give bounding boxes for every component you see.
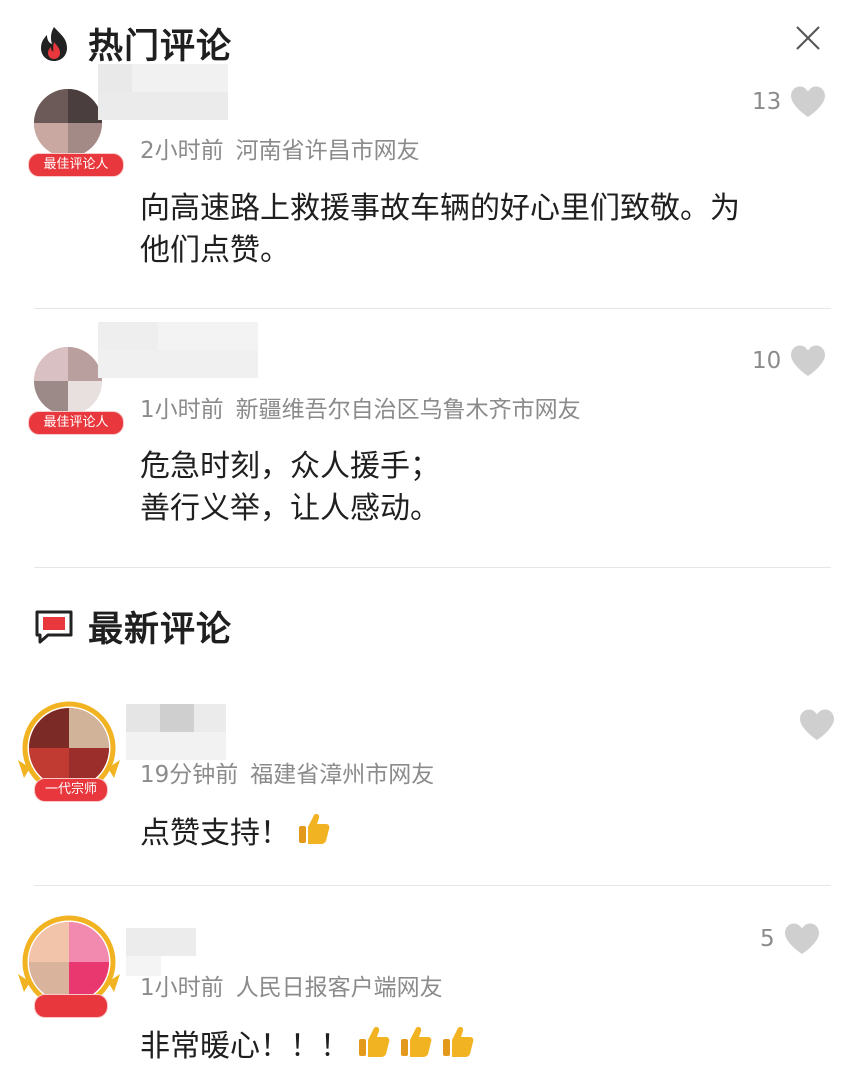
chat-bubble-icon [35, 610, 73, 643]
user-badge: 一代宗师 [34, 778, 108, 802]
heart-icon [800, 709, 834, 740]
new-comments-title: 最新评论 [88, 610, 233, 650]
comment-meta: 19分钟前 福建省漳州市网友 [140, 755, 434, 789]
thumbs-up-icon [401, 1027, 432, 1057]
divider [34, 567, 831, 568]
comment-location: 福建省漳州市网友 [250, 762, 435, 788]
username-blurred[interactable] [126, 704, 226, 760]
like-button[interactable]: 10 [752, 344, 827, 378]
like-count: 13 [752, 89, 782, 115]
heart-icon [784, 923, 819, 954]
new-comments-header: 最新评论 [34, 601, 232, 652]
comment-location: 河南省许昌市网友 [235, 138, 420, 164]
close-button[interactable] [792, 22, 824, 54]
comment-content: 危急时刻，众人援手； 善行义举，让人感动。 [140, 449, 440, 526]
thumbs-up-icon [359, 1027, 390, 1057]
comment-meta: 1小时前 人民日报客户端网友 [140, 968, 443, 1002]
avatar[interactable]: 一代宗师 [14, 698, 124, 808]
comment-meta: 1小时前 新疆维吾尔自治区乌鲁木齐市网友 [140, 390, 581, 424]
comment-time: 1小时前 [140, 397, 224, 423]
like-button[interactable]: 13 [752, 85, 827, 119]
hot-comments-header: 热门评论 [34, 18, 232, 69]
divider [34, 308, 831, 309]
user-badge [34, 994, 108, 1018]
username-blurred[interactable] [98, 322, 258, 378]
thumbs-up-icon [443, 1027, 474, 1057]
comment-time: 2小时前 [140, 138, 224, 164]
heart-icon [791, 86, 826, 117]
like-button[interactable]: 5 [760, 922, 821, 956]
thumbs-up-icon [299, 814, 330, 844]
hot-comments-title: 热门评论 [88, 27, 233, 67]
user-badge: 最佳评论人 [28, 411, 124, 435]
comment-time: 19分钟前 [140, 762, 239, 788]
comment-meta: 2小时前 河南省许昌市网友 [140, 131, 420, 165]
like-count: 10 [752, 348, 782, 374]
heart-icon [791, 345, 826, 376]
comment-location: 新疆维吾尔自治区乌鲁木齐市网友 [235, 397, 581, 423]
comment-content: 向高速路上救援事故车辆的好心里们致敬。为 他们点赞。 [140, 191, 740, 268]
user-badge: 最佳评论人 [28, 153, 124, 177]
fire-icon [41, 26, 67, 61]
like-count: 5 [760, 926, 775, 952]
avatar[interactable] [14, 910, 124, 1020]
comment-location: 人民日报客户端网友 [235, 975, 443, 1001]
close-icon [796, 26, 820, 50]
comment-content: 非常暖心！！！ [140, 1024, 476, 1068]
comment-time: 1小时前 [140, 975, 224, 1001]
comment-content: 点赞支持！ [140, 811, 332, 855]
username-blurred[interactable] [98, 64, 228, 120]
divider [34, 885, 831, 886]
like-button[interactable] [790, 708, 836, 742]
